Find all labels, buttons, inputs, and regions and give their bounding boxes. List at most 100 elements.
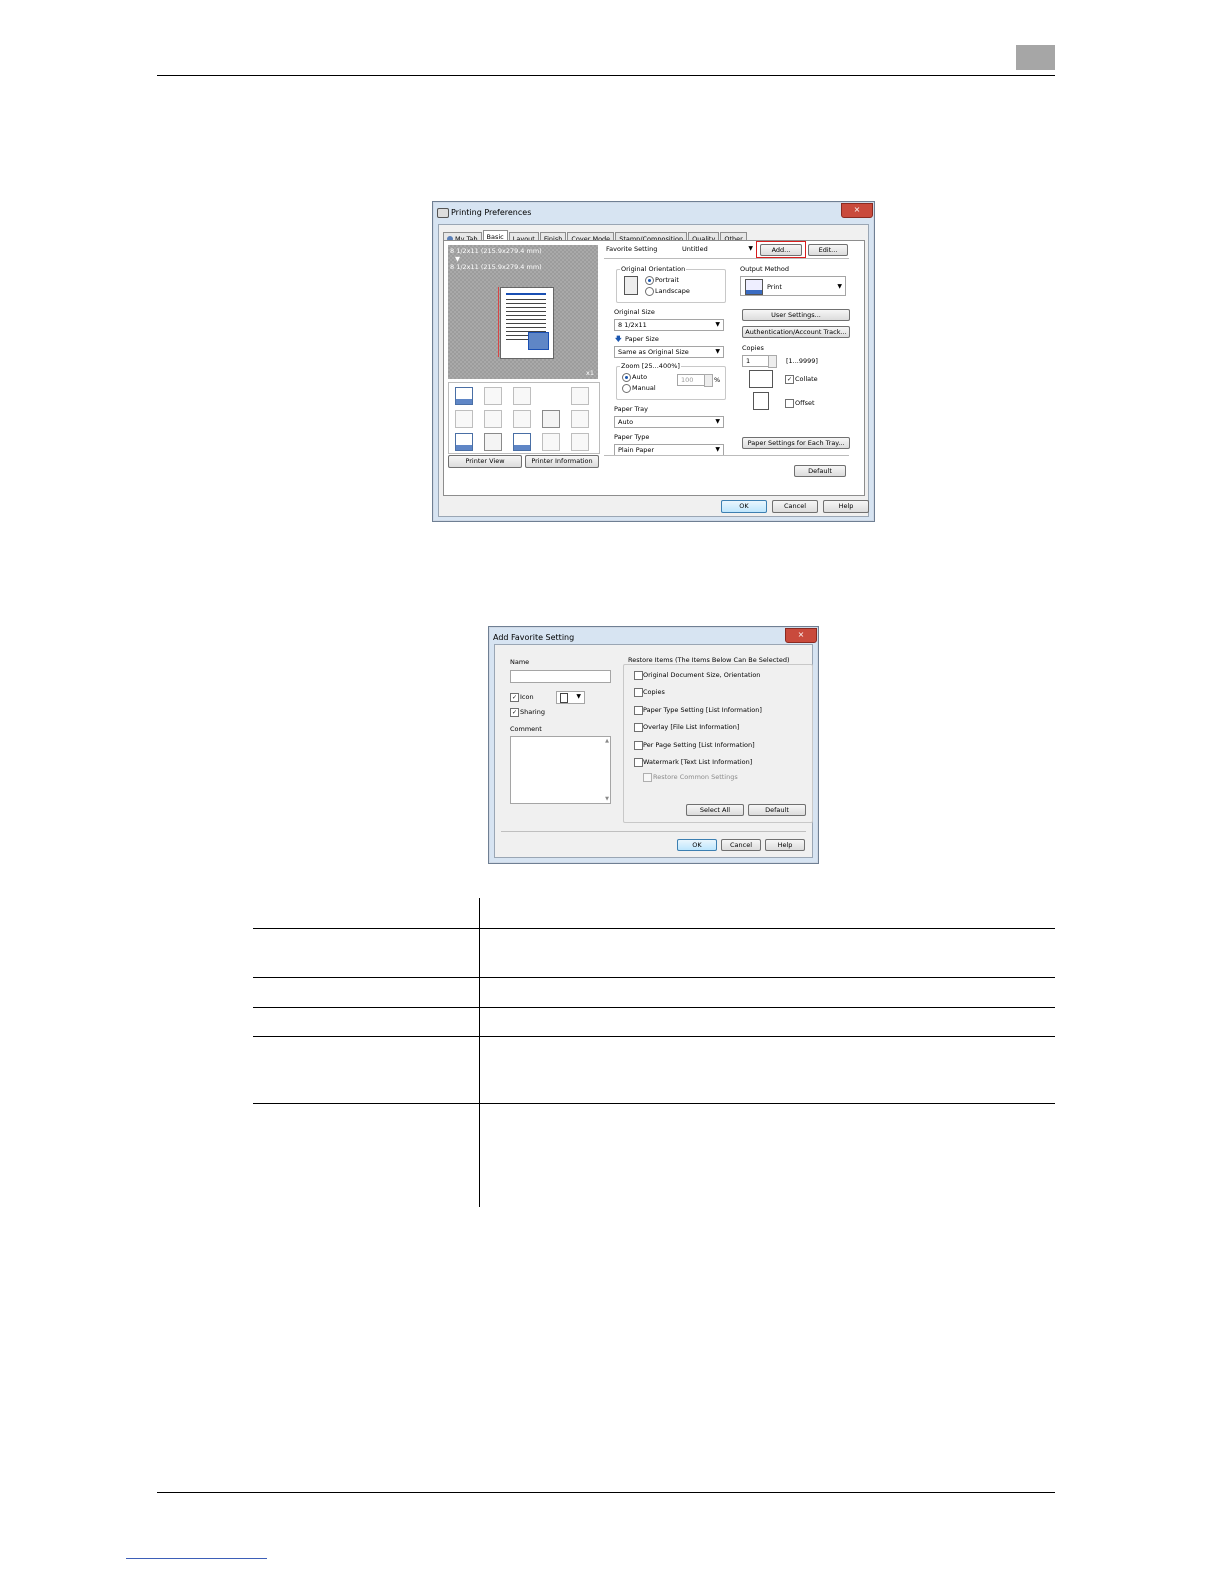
ok-button[interactable]: OK <box>677 839 717 851</box>
icon-checkbox[interactable]: ✓ <box>510 693 519 702</box>
page-icon <box>560 693 568 703</box>
authentication-button[interactable]: Authentication/Account Track... <box>742 326 850 338</box>
help-button[interactable]: Help <box>765 839 805 851</box>
restore-item-checkbox[interactable] <box>634 758 643 767</box>
zoom-percent-label: % <box>714 376 721 384</box>
table-row-rule <box>253 928 1055 929</box>
edit-button[interactable]: Edit... <box>808 244 848 256</box>
preview-arrow: ▼ <box>455 255 460 263</box>
function-icon[interactable] <box>455 433 473 451</box>
collate-icon <box>749 370 773 388</box>
chevron-down-icon: ▼ <box>715 418 720 425</box>
paper-tray-select[interactable]: Auto ▼ <box>614 416 724 428</box>
header-rule <box>157 75 1055 76</box>
printer-view-button[interactable]: Printer View <box>448 455 522 468</box>
chevron-down-icon: ▼ <box>748 245 753 252</box>
portrait-page-icon <box>624 276 638 295</box>
orientation-label: Original Orientation <box>620 265 687 273</box>
name-input[interactable] <box>510 670 611 683</box>
add-favorite-setting-window: Add Favorite Setting × Name ✓ Icon ▼ ✓ S… <box>488 626 819 864</box>
function-icon[interactable] <box>484 387 502 405</box>
copies-stepper[interactable] <box>768 355 777 368</box>
page-number-tab <box>1016 45 1055 70</box>
cancel-button[interactable]: Cancel <box>721 839 761 851</box>
zoom-auto-radio[interactable] <box>622 373 631 382</box>
printer-information-button[interactable]: Printer Information <box>525 455 599 468</box>
zoom-label: Zoom [25...400%] <box>620 362 681 370</box>
printing-preferences-window: Printing Preferences × My Tab Basic Layout… <box>432 201 875 522</box>
favorite-setting-value: Untitled <box>682 245 708 253</box>
offset-checkbox[interactable] <box>785 399 794 408</box>
favorite-setting-select[interactable]: Untitled ▼ <box>678 243 757 255</box>
ok-button[interactable]: OK <box>721 500 767 513</box>
restore-item-checkbox[interactable] <box>634 688 643 697</box>
function-icon[interactable] <box>571 387 589 405</box>
paper-size-select[interactable]: Same as Original Size ▼ <box>614 346 724 358</box>
comment-textarea[interactable]: ▲ ▼ <box>510 736 611 804</box>
restore-item-label: Original Document Size, Orientation <box>643 671 761 679</box>
paper-settings-each-tray-button[interactable]: Paper Settings for Each Tray... <box>742 437 850 449</box>
default-button[interactable]: Default <box>748 804 806 816</box>
restore-item-checkbox[interactable] <box>634 723 643 732</box>
cancel-button[interactable]: Cancel <box>772 500 818 513</box>
close-button[interactable]: × <box>841 203 873 218</box>
preview-page-icon <box>528 332 549 350</box>
default-button[interactable]: Default <box>794 465 846 477</box>
restore-item-checkbox[interactable] <box>634 706 643 715</box>
function-icon-grid <box>448 382 600 454</box>
collate-checkbox[interactable]: ✓ <box>785 375 794 384</box>
landscape-label: Landscape <box>655 287 690 295</box>
help-button[interactable]: Help <box>823 500 869 513</box>
preview-paper-size: 8 1/2x11 (215.9x279.4 mm) <box>450 263 542 271</box>
table-column-divider <box>479 898 480 1207</box>
chevron-down-icon: ▼ <box>837 283 842 290</box>
zoom-auto-label: Auto <box>632 373 648 381</box>
copies-input[interactable]: 1 <box>742 355 771 367</box>
restore-item-checkbox[interactable] <box>634 671 643 680</box>
portrait-radio[interactable] <box>645 276 654 285</box>
preview-copy-count: x1 <box>586 369 594 377</box>
function-icon[interactable] <box>571 433 589 451</box>
restore-item-checkbox[interactable] <box>634 741 643 750</box>
offset-label: Offset <box>795 399 815 407</box>
paper-tray-label: Paper Tray <box>614 405 648 413</box>
preview-original-size: 8 1/2x11 (215.9x279.4 mm) <box>450 247 542 255</box>
scroll-down-icon[interactable]: ▼ <box>605 796 609 802</box>
function-icon[interactable] <box>484 433 502 451</box>
function-icon[interactable] <box>542 410 560 428</box>
preview-page <box>500 287 554 359</box>
function-icon[interactable] <box>513 433 531 451</box>
paper-size-value: Same as Original Size <box>618 348 689 356</box>
zoom-manual-radio[interactable] <box>622 384 631 393</box>
function-icon[interactable] <box>484 410 502 428</box>
user-settings-button[interactable]: User Settings... <box>742 309 850 321</box>
restore-item-label: Overlay [File List Information] <box>643 723 740 731</box>
function-icon[interactable] <box>513 387 531 405</box>
close-button[interactable]: × <box>785 628 817 643</box>
chevron-down-icon: ▼ <box>715 348 720 355</box>
zoom-value-input[interactable]: 100 <box>677 374 706 386</box>
restore-items-label: Restore Items (The Items Below Can Be Se… <box>628 656 790 664</box>
select-all-button[interactable]: Select All <box>686 804 744 816</box>
sharing-checkbox[interactable]: ✓ <box>510 708 519 717</box>
chevron-down-icon: ▼ <box>715 446 720 453</box>
sharing-label: Sharing <box>520 708 545 716</box>
table-row-rule <box>253 1036 1055 1037</box>
function-icon[interactable] <box>513 410 531 428</box>
favorite-setting-label: Favorite Setting <box>606 245 658 253</box>
landscape-radio[interactable] <box>645 287 654 296</box>
scroll-up-icon[interactable]: ▲ <box>605 738 609 744</box>
original-size-select[interactable]: 8 1/2x11 ▼ <box>614 319 724 331</box>
paper-tray-value: Auto <box>618 418 634 426</box>
printer-icon <box>437 208 449 218</box>
function-icon[interactable] <box>542 433 560 451</box>
function-icon[interactable] <box>571 410 589 428</box>
collate-label: Collate <box>795 375 818 383</box>
zoom-stepper[interactable] <box>704 374 713 387</box>
print-function-icon[interactable] <box>455 387 473 405</box>
function-icon[interactable] <box>455 410 473 428</box>
icon-select[interactable]: ▼ <box>556 691 585 704</box>
restore-item-label: Per Page Setting [List Information] <box>643 741 755 749</box>
restore-common-checkbox[interactable] <box>643 773 652 782</box>
name-label: Name <box>510 658 530 666</box>
